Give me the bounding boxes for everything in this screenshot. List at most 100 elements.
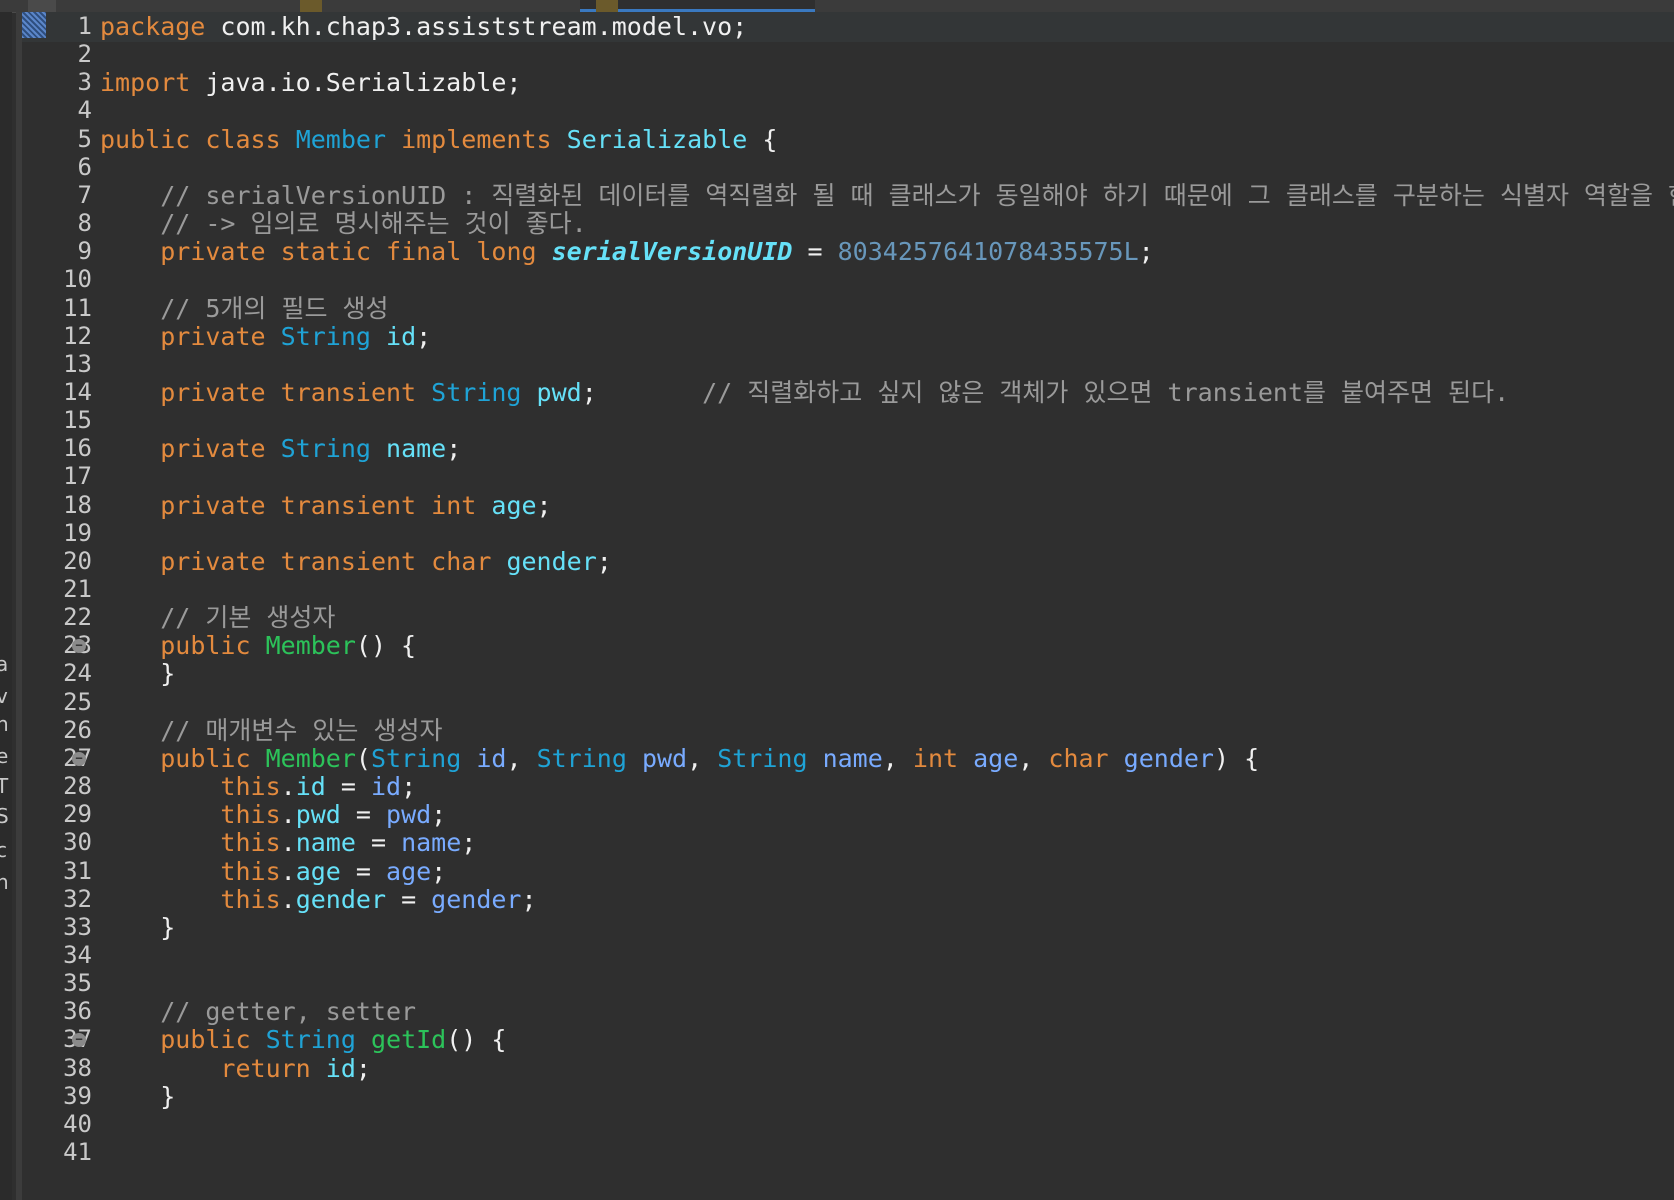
code-token: String — [265, 1025, 356, 1055]
code-line[interactable]: public Member() { — [100, 631, 416, 661]
code-token: // 기본 생성자 — [100, 603, 336, 633]
code-token: , — [687, 743, 718, 773]
code-line[interactable]: this.age = age; — [100, 857, 446, 887]
code-line[interactable]: // getter, setter — [100, 997, 416, 1027]
code-line[interactable]: return id; — [100, 1054, 371, 1084]
code-line[interactable]: package com.kh.chap3.assiststream.model.… — [100, 12, 747, 42]
code-line[interactable]: } — [100, 659, 175, 689]
code-line[interactable]: } — [100, 913, 175, 943]
code-token: // -> 임의로 명시해주는 것이 좋다. — [100, 209, 587, 239]
line-number: 41 — [63, 1138, 92, 1166]
code-token: ; — [581, 377, 703, 407]
line-number: 38 — [63, 1053, 92, 1082]
code-token: ; — [401, 772, 417, 802]
clipped-tree-label: v — [0, 684, 8, 708]
line-number: 33 — [63, 912, 92, 941]
code-token: age — [973, 743, 1019, 773]
code-line[interactable]: private String name; — [100, 434, 461, 464]
code-token: age — [386, 856, 432, 886]
code-line[interactable]: this.gender = gender; — [100, 884, 537, 915]
code-token: ; — [596, 546, 612, 576]
code-line[interactable]: // 5개의 필드 생성 — [100, 293, 389, 324]
code-line[interactable]: public Member(String id, String pwd, Str… — [100, 744, 1259, 774]
code-token: this — [220, 800, 281, 830]
code-token: ; — [536, 490, 552, 520]
code-token: } — [100, 1081, 176, 1111]
code-line[interactable]: // serialVersionUID : 직렬화된 데이터를 역직렬화 될 때… — [100, 181, 1674, 211]
code-line[interactable]: this.pwd = pwd; — [100, 800, 446, 830]
code-token: pwd — [641, 743, 688, 773]
code-token: package — [100, 12, 206, 41]
clipped-tree-label: n — [0, 712, 9, 736]
code-line[interactable]: public class Member implements Serializa… — [100, 125, 777, 155]
line-number: 7 — [77, 180, 92, 209]
code-token: () { — [446, 1025, 507, 1055]
code-token: this — [220, 772, 281, 802]
code-token: id — [386, 321, 417, 351]
line-number: 39 — [63, 1081, 92, 1110]
code-token: gender — [431, 884, 522, 914]
code-token: char — [431, 546, 492, 576]
fold-collapse-icon[interactable]: − — [72, 751, 86, 766]
code-token: java.io.Serializable; — [190, 68, 522, 98]
code-token: // 5개의 필드 생성 — [100, 293, 389, 323]
line-number: 40 — [63, 1109, 92, 1138]
code-line[interactable]: this.name = name; — [100, 828, 476, 858]
code-line[interactable]: private transient int age; — [100, 490, 552, 521]
code-line[interactable]: this.id = id; — [100, 772, 416, 802]
editor-tab[interactable] — [28, 0, 56, 12]
code-token: name — [822, 743, 883, 773]
line-number: 8 — [77, 209, 92, 238]
line-number: 28 — [63, 772, 92, 801]
code-line[interactable]: // 기본 생성자 — [100, 603, 335, 633]
code-token: Member — [295, 124, 387, 154]
code-token: public — [100, 124, 191, 154]
code-line[interactable]: } — [100, 1082, 175, 1112]
code-token: () { — [355, 631, 417, 661]
code-token: serialVersionUID — [551, 237, 793, 267]
code-line[interactable]: private transient char gender; — [100, 547, 612, 577]
line-number: 32 — [63, 884, 92, 913]
code-token: int — [912, 743, 959, 773]
code-token: String — [431, 377, 522, 407]
code-token: Member — [265, 631, 356, 661]
code-token: } — [100, 912, 176, 942]
line-number: 29 — [63, 800, 92, 829]
code-line[interactable]: // 매개변수 있는 생성자 — [100, 716, 442, 746]
code-token: final — [386, 237, 462, 267]
code-line[interactable]: public String getId() { — [100, 1025, 506, 1055]
code-token: . — [280, 800, 296, 830]
code-token: import — [100, 68, 191, 98]
code-token: . — [280, 856, 296, 886]
code-line[interactable]: private static final long serialVersionU… — [100, 237, 1154, 267]
code-token: . — [280, 884, 296, 914]
code-line[interactable]: private transient String pwd; // 직렬화하고 싶… — [100, 378, 1509, 408]
code-token: Member — [265, 743, 356, 773]
code-line[interactable]: private String id; — [100, 322, 431, 352]
code-token: implements — [401, 124, 552, 154]
clipped-tree-label: a — [0, 652, 9, 676]
code-token: ; — [1138, 237, 1154, 267]
code-token: ; — [521, 884, 537, 914]
code-token: name — [386, 434, 447, 464]
code-token: pwd — [536, 377, 582, 407]
code-line[interactable]: import java.io.Serializable; — [100, 68, 521, 98]
line-number: 24 — [63, 659, 92, 688]
line-number: 14 — [63, 377, 92, 406]
code-token: ( — [355, 743, 371, 773]
code-line[interactable]: // -> 임의로 명시해주는 것이 좋다. — [100, 209, 587, 239]
editor-tab[interactable] — [300, 0, 322, 12]
clipped-tree-label: T — [0, 774, 9, 798]
code-token: private — [160, 490, 266, 520]
